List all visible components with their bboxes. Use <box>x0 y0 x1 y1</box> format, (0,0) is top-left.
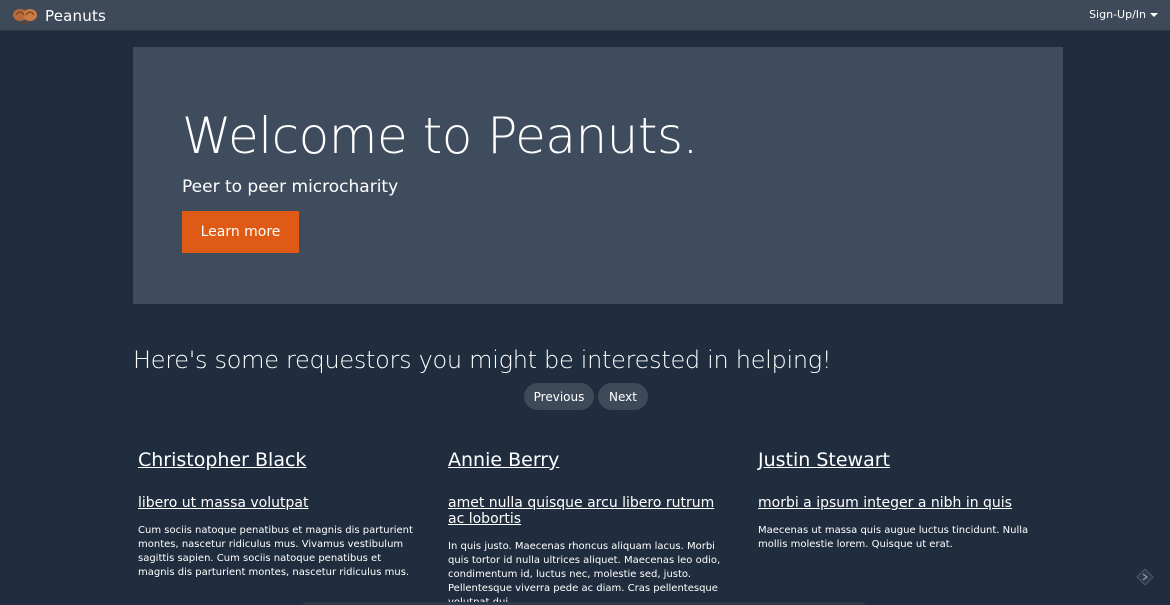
requestor-name-link[interactable]: Christopher Black <box>138 449 306 471</box>
request-description: Cum sociis natoque penatibus et magnis d… <box>138 525 413 578</box>
brand-link[interactable]: Peanuts <box>12 5 106 27</box>
request-title-link[interactable]: libero ut massa volutpat <box>138 495 418 511</box>
request-description: In quis justo. Maecenas rhoncus aliquam … <box>448 541 721 605</box>
request-title-link[interactable]: amet nulla quisque arcu libero rutrum ac… <box>448 495 728 527</box>
brand-name: Peanuts <box>45 7 107 25</box>
requestor-name-link[interactable]: Justin Stewart <box>758 449 890 471</box>
feedback-icon[interactable] <box>1136 568 1154 586</box>
hero-subtitle: Peer to peer microcharity <box>182 177 399 197</box>
requestor-card: Christopher Black libero ut massa volutp… <box>138 449 418 580</box>
peanut-icon <box>12 6 38 26</box>
previous-button[interactable]: Previous <box>524 383 594 410</box>
requestors-heading: Here's some requestors you might be inte… <box>133 346 832 374</box>
requestor-card: Annie Berry amet nulla quisque arcu libe… <box>448 449 728 605</box>
hero-banner: Welcome to Peanuts. Peer to peer microch… <box>133 47 1063 304</box>
hero-title: Welcome to Peanuts. <box>182 107 698 165</box>
chevron-down-icon <box>1150 12 1158 17</box>
top-navbar: Peanuts Sign-Up/In <box>0 0 1170 31</box>
sign-up-in-label: Sign-Up/In <box>1089 8 1146 21</box>
next-button[interactable]: Next <box>598 383 648 410</box>
request-description: Maecenas ut massa quis augue luctus tinc… <box>758 525 1029 550</box>
requestor-card: Justin Stewart morbi a ipsum integer a n… <box>758 449 1038 552</box>
request-title-link[interactable]: morbi a ipsum integer a nibh in quis <box>758 495 1038 511</box>
requestor-name-link[interactable]: Annie Berry <box>448 449 559 471</box>
learn-more-button[interactable]: Learn more <box>182 211 299 253</box>
carousel-pager: Previous Next <box>524 383 648 410</box>
sign-up-in-dropdown[interactable]: Sign-Up/In <box>1089 8 1158 21</box>
